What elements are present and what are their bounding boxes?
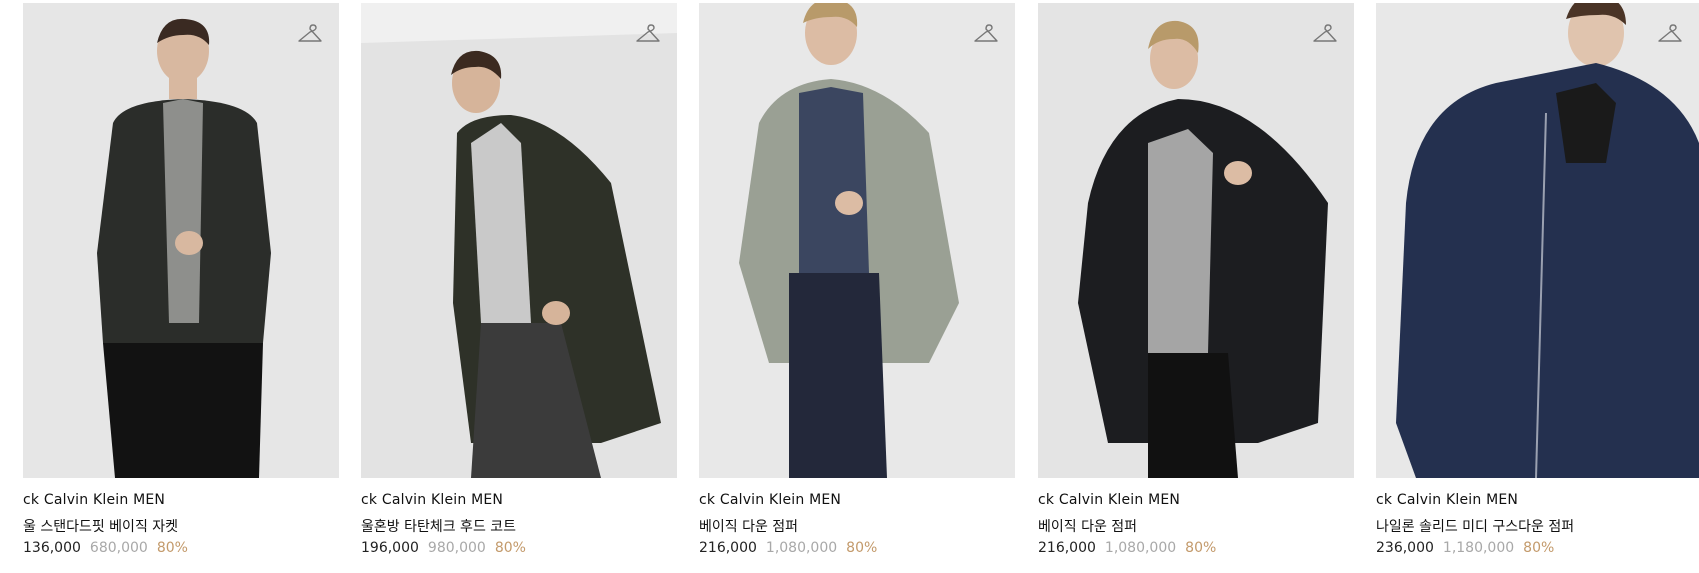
product-image[interactable]	[361, 3, 677, 478]
brand-name[interactable]: ck Calvin Klein MEN	[1376, 492, 1699, 510]
product-image[interactable]	[23, 3, 339, 478]
discount-rate: 80%	[156, 540, 188, 556]
product-image[interactable]	[699, 3, 1015, 478]
product-name[interactable]: 베이직 다운 점퍼	[1038, 516, 1354, 535]
product-image[interactable]	[1038, 3, 1354, 478]
product-grid: ck Calvin Klein MEN 울 스탠다드핏 베이직 자켓 136,0…	[0, 0, 1699, 573]
sale-price: 196,000	[361, 540, 419, 556]
discount-rate: 80%	[494, 540, 526, 556]
original-price: 980,000	[427, 540, 486, 556]
brand-name[interactable]: ck Calvin Klein MEN	[1038, 492, 1354, 510]
hanger-icon[interactable]	[1312, 21, 1338, 47]
discount-rate: 80%	[846, 540, 878, 556]
price-row: 236,000 1,180,000 80%	[1376, 540, 1699, 558]
original-price: 1,080,000	[765, 540, 838, 556]
sale-price: 216,000	[1038, 540, 1096, 556]
product-name[interactable]: 베이직 다운 점퍼	[699, 516, 1015, 535]
price-row: 216,000 1,080,000 80%	[1038, 540, 1354, 558]
product-image[interactable]	[1376, 3, 1699, 478]
model-photo	[1376, 3, 1699, 478]
discount-rate: 80%	[1185, 540, 1217, 556]
discount-rate: 80%	[1523, 540, 1555, 556]
price-row: 196,000 980,000 80%	[361, 540, 677, 558]
sale-price: 216,000	[699, 540, 757, 556]
hanger-icon[interactable]	[973, 21, 999, 47]
color-swatches	[361, 566, 677, 573]
product-card[interactable]: ck Calvin Klein MEN 베이직 다운 점퍼 216,000 1,0…	[699, 3, 1015, 573]
brand-name[interactable]: ck Calvin Klein MEN	[23, 492, 339, 510]
product-card[interactable]: ck Calvin Klein MEN 울 스탠다드핏 베이직 자켓 136,0…	[23, 3, 339, 573]
price-row: 136,000 680,000 80%	[23, 540, 339, 558]
product-name[interactable]: 나일론 솔리드 미디 구스다운 점퍼	[1376, 516, 1699, 535]
price-row: 216,000 1,080,000 80%	[699, 540, 1015, 558]
sale-price: 236,000	[1376, 540, 1434, 556]
hanger-icon[interactable]	[297, 21, 323, 47]
product-name[interactable]: 울 스탠다드핏 베이직 자켓	[23, 516, 339, 535]
hanger-icon[interactable]	[1657, 21, 1683, 47]
brand-name[interactable]: ck Calvin Klein MEN	[361, 492, 677, 510]
hanger-icon[interactable]	[635, 21, 661, 47]
color-swatches	[1038, 566, 1354, 573]
sale-price: 136,000	[23, 540, 81, 556]
original-price: 680,000	[89, 540, 148, 556]
product-card[interactable]: ck Calvin Klein MEN 나일론 솔리드 미디 구스다운 점퍼 2…	[1376, 3, 1699, 573]
color-swatches	[699, 566, 1015, 573]
brand-name[interactable]: ck Calvin Klein MEN	[699, 492, 1015, 510]
product-card[interactable]: ck Calvin Klein MEN 울혼방 타탄체크 후드 코트 196,0…	[361, 3, 677, 573]
model-photo	[23, 3, 339, 478]
product-card[interactable]: ck Calvin Klein MEN 베이직 다운 점퍼 216,000 1,0…	[1038, 3, 1354, 573]
original-price: 1,180,000	[1442, 540, 1515, 556]
original-price: 1,080,000	[1104, 540, 1177, 556]
model-photo	[699, 3, 1015, 478]
model-photo	[361, 3, 677, 478]
product-name[interactable]: 울혼방 타탄체크 후드 코트	[361, 516, 677, 535]
color-swatches	[23, 566, 339, 573]
model-photo	[1038, 3, 1354, 478]
color-swatches	[1376, 566, 1699, 573]
